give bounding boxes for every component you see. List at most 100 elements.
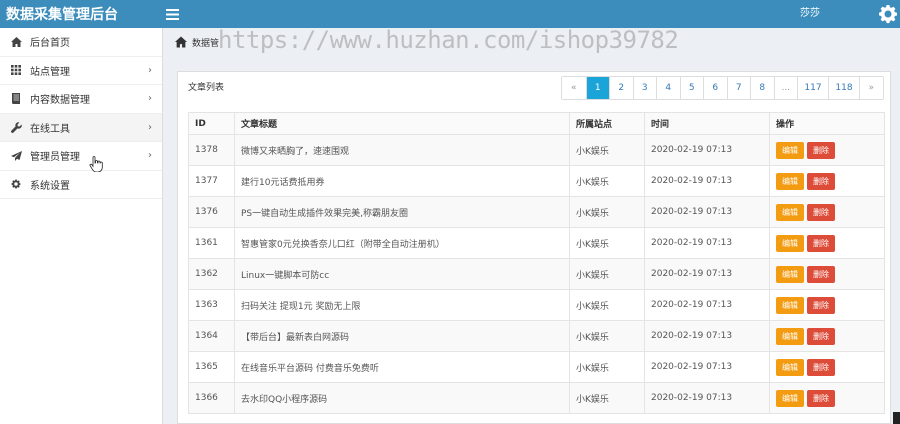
cell-actions: 编辑 删除 [769, 227, 885, 259]
table-row: 1377 建行10元话费抵用券 小K娱乐 2020-02-19 07:13 编辑 删除 [188, 165, 885, 197]
pagination-prev[interactable]: « [562, 77, 586, 99]
home-icon [10, 36, 22, 48]
table-row: 1361 智惠管家0元兑换香奈儿口红（附带全自动注册机） 小K娱乐 2020-02-1… [188, 227, 885, 259]
chevron-right-icon: › [148, 93, 152, 104]
cell-time: 2020-02-19 07:13 [644, 165, 770, 197]
breadcrumb: 数据管 [175, 33, 219, 51]
cell-id: 1365 [188, 351, 235, 383]
edit-button[interactable]: 编辑 [776, 358, 804, 376]
pagination-page-4[interactable]: 4 [656, 77, 680, 99]
sidebar-item-label: 管理员管理 [30, 152, 80, 164]
table-row: 1364 【带后台】最新表白网源码 小K娱乐 2020-02-19 07:13 编辑 删除 [188, 320, 885, 352]
delete-button[interactable]: 删除 [807, 234, 835, 252]
settings-gear-icon[interactable] [878, 4, 898, 24]
grid-icon [10, 64, 22, 76]
pagination-page-117[interactable]: 117 [797, 77, 828, 99]
sidebar-item-home[interactable]: 后台首页 [0, 28, 162, 57]
pagination-page-7[interactable]: 7 [726, 77, 750, 99]
cell-time: 2020-02-19 07:13 [644, 289, 770, 321]
user-name[interactable]: 莎莎 [800, 0, 820, 28]
edit-button[interactable]: 编辑 [776, 203, 804, 221]
cell-id: 1364 [188, 320, 235, 352]
sidebar-item-sites[interactable]: 站点管理 › [0, 57, 162, 85]
edit-button[interactable]: 编辑 [776, 296, 804, 314]
cell-site: 小K娱乐 [569, 134, 645, 166]
cell-actions: 编辑 删除 [769, 165, 885, 197]
sidebar-item-label: 站点管理 [30, 66, 70, 78]
sidebar-item-content[interactable]: 内容数据管理 › [0, 85, 162, 114]
cell-time: 2020-02-19 07:13 [644, 351, 770, 383]
cell-time: 2020-02-19 07:13 [644, 258, 770, 290]
table-row: 1376 PS一键自动生成插件效果完美,称霸朋友圈 小K娱乐 2020-02-19 0… [188, 196, 885, 228]
column-header-site: 所属站点 [569, 112, 645, 135]
hamburger-icon [165, 8, 179, 20]
cell-site: 小K娱乐 [569, 320, 645, 352]
edit-button[interactable]: 编辑 [776, 234, 804, 252]
article-table: ID 文章标题 所属站点 时间 操作 1378 微博又来晒胸了，速速围观 小K娱乐 2… [188, 112, 885, 414]
sidebar-item-label: 在线工具 [30, 123, 70, 135]
cell-title[interactable]: 在线音乐平台源码 付费音乐免费听 [234, 351, 570, 383]
sidebar-item-settings[interactable]: 系统设置 [0, 171, 162, 199]
delete-button[interactable]: 删除 [807, 141, 835, 159]
pagination-next[interactable]: » [859, 77, 883, 99]
send-icon [10, 150, 22, 162]
sidebar-item-admins[interactable]: 管理员管理 › [0, 142, 162, 171]
cell-site: 小K娱乐 [569, 165, 645, 197]
cell-title[interactable]: 建行10元话费抵用券 [234, 165, 570, 197]
cell-id: 1377 [188, 165, 235, 197]
chevron-right-icon: › [148, 64, 152, 76]
article-list-panel: 文章列表 « 1 2 3 4 5 6 7 8 ... 117 118 » ID … [177, 71, 891, 424]
watermark-text: https://www.huzhan.com/ishop39782 [218, 26, 679, 54]
home-icon[interactable] [175, 36, 187, 48]
cell-title[interactable]: 去水印QQ小程序源码 [234, 382, 570, 414]
edit-button[interactable]: 编辑 [776, 172, 804, 190]
cell-actions: 编辑 删除 [769, 382, 885, 414]
delete-button[interactable]: 删除 [807, 172, 835, 190]
sidebar: 后台首页 站点管理 › 内容数据管理 › 在线工具 › 管理员管理 › 系统设置 [0, 28, 163, 424]
cell-title[interactable]: PS一键自动生成插件效果完美,称霸朋友圈 [234, 196, 570, 228]
delete-button[interactable]: 删除 [807, 389, 835, 407]
menu-toggle-button[interactable] [163, 0, 181, 28]
delete-button[interactable]: 删除 [807, 327, 835, 345]
panel-title: 文章列表 [188, 83, 225, 93]
cell-site: 小K娱乐 [569, 196, 645, 228]
pagination-page-8[interactable]: 8 [750, 77, 774, 99]
cell-title[interactable]: Linux一键脚本可防cc [234, 258, 570, 290]
app-title: 数据采集管理后台 [6, 7, 118, 23]
cell-id: 1362 [188, 258, 235, 290]
cell-actions: 编辑 删除 [769, 258, 885, 290]
edit-button[interactable]: 编辑 [776, 265, 804, 283]
sidebar-item-tools[interactable]: 在线工具 › [0, 113, 162, 142]
table-row: 1365 在线音乐平台源码 付费音乐免费听 小K娱乐 2020-02-19 07:13… [188, 351, 885, 383]
hand-cursor-icon [89, 156, 103, 172]
edit-button[interactable]: 编辑 [776, 389, 804, 407]
pagination-page-2[interactable]: 2 [609, 77, 633, 99]
cell-actions: 编辑 删除 [769, 134, 885, 166]
edit-button[interactable]: 编辑 [776, 141, 804, 159]
table-row: 1363 扫码关注 提现1元 奖励无上限 小K娱乐 2020-02-19 07:13 编… [188, 289, 885, 321]
delete-button[interactable]: 删除 [807, 296, 835, 314]
column-header-time: 时间 [644, 112, 770, 135]
delete-button[interactable]: 删除 [807, 358, 835, 376]
breadcrumb-item[interactable]: 数据管 [192, 36, 219, 49]
delete-button[interactable]: 删除 [807, 203, 835, 221]
pagination-page-6[interactable]: 6 [703, 77, 727, 99]
scrollbar-handle[interactable] [893, 412, 900, 424]
pagination-page-1[interactable]: 1 [585, 77, 609, 99]
cell-time: 2020-02-19 07:13 [644, 227, 770, 259]
delete-button[interactable]: 删除 [807, 265, 835, 283]
gear-icon [10, 178, 22, 190]
cell-actions: 编辑 删除 [769, 320, 885, 352]
pagination-page-5[interactable]: 5 [679, 77, 703, 99]
cell-id: 1361 [188, 227, 235, 259]
pagination-page-118[interactable]: 118 [828, 77, 859, 99]
cell-title[interactable]: 智惠管家0元兑换香奈儿口红（附带全自动注册机） [234, 227, 570, 259]
book-icon [10, 93, 22, 105]
cell-title[interactable]: 扫码关注 提现1元 奖励无上限 [234, 289, 570, 321]
cell-title[interactable]: 【带后台】最新表白网源码 [234, 320, 570, 352]
edit-button[interactable]: 编辑 [776, 327, 804, 345]
cell-id: 1366 [188, 382, 235, 414]
cell-title[interactable]: 微博又来晒胸了，速速围观 [234, 134, 570, 166]
pagination-page-3[interactable]: 3 [632, 77, 656, 99]
chevron-right-icon: › [148, 121, 152, 133]
